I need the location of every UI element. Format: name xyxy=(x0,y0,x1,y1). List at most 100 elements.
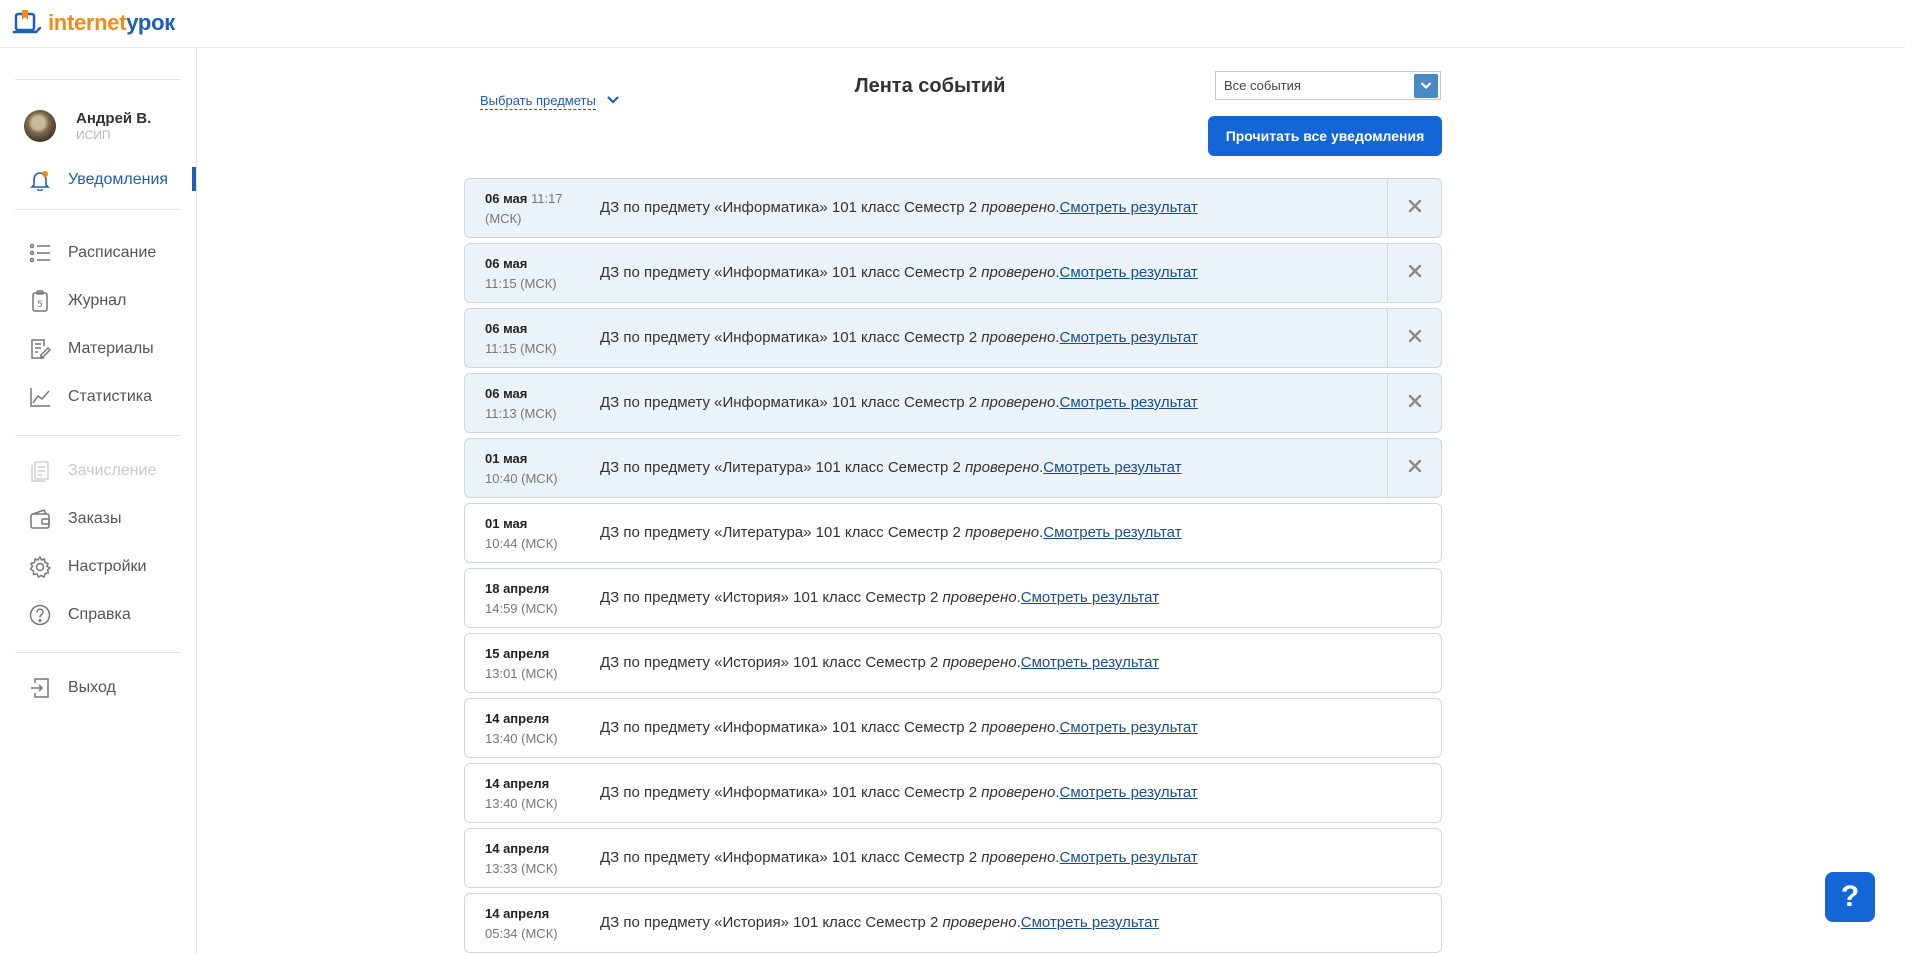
view-result-link[interactable]: Смотреть результат xyxy=(1043,459,1181,476)
notification-message: ДЗ по предмету «История» 101 класс Семес… xyxy=(600,589,1160,606)
notification-date: 06 мая xyxy=(485,321,528,336)
user-profile[interactable]: Андрей В. ИСИП xyxy=(24,110,151,142)
view-result-link[interactable]: Смотреть результат xyxy=(1060,719,1198,736)
notification-text: ДЗ по предмету «Информатика» 101 класс С… xyxy=(600,394,982,411)
notification-row: 15 апреля 13:01 (МСК) ДЗ по предмету «Исто… xyxy=(464,633,1442,693)
notification-date: 14 апреля xyxy=(485,776,550,791)
view-result-link[interactable]: Смотреть результат xyxy=(1060,394,1198,411)
notification-text: ДЗ по предмету «Литература» 101 класс Се… xyxy=(600,524,966,541)
sidebar-item-logout[interactable]: Выход xyxy=(28,675,116,701)
chevron-down-icon xyxy=(1414,73,1438,98)
notification-time: 05:34 (МСК) xyxy=(485,926,558,941)
notification-text: ДЗ по предмету «Информатика» 101 класс С… xyxy=(600,784,982,801)
logout-icon xyxy=(28,676,52,700)
notification-status: проверено xyxy=(942,589,1017,606)
notification-datetime: 14 апреля 13:33 (МСК) xyxy=(485,839,585,879)
chart-icon xyxy=(28,385,52,409)
sidebar-item-orders[interactable]: Заказы xyxy=(28,506,121,532)
sidebar-item-settings[interactable]: Настройки xyxy=(28,554,146,580)
sidebar-item-notifications[interactable]: Уведомления xyxy=(28,167,168,193)
view-result-link[interactable]: Смотреть результат xyxy=(1021,589,1159,606)
sidebar-item-label: Зачисление xyxy=(68,462,157,479)
notification-row: 14 апреля 13:40 (МСК) ДЗ по предмету «Инфо… xyxy=(464,698,1442,758)
notification-status: проверено xyxy=(981,849,1056,866)
chevron-down-icon xyxy=(606,92,620,110)
notification-time: 13:33 (МСК) xyxy=(485,861,558,876)
document-edit-icon xyxy=(28,337,52,361)
dismiss-button[interactable] xyxy=(1387,179,1441,237)
dismiss-button[interactable] xyxy=(1387,244,1441,302)
notification-text: ДЗ по предмету «Информатика» 101 класс С… xyxy=(600,264,982,281)
notification-time: 13:40 (МСК) xyxy=(485,796,558,811)
sidebar-item-label: Статистика xyxy=(68,388,153,405)
dismiss-button[interactable] xyxy=(1387,439,1441,497)
wallet-icon xyxy=(28,507,52,531)
gear-icon xyxy=(28,555,52,579)
close-icon xyxy=(1408,459,1422,478)
notification-datetime: 01 мая 10:44 (МСК) xyxy=(485,514,585,554)
notification-status: проверено xyxy=(981,394,1056,411)
notification-row: 18 апреля 14:59 (МСК) ДЗ по предмету «Исто… xyxy=(464,568,1442,628)
notification-date: 06 мая xyxy=(485,191,528,206)
dismiss-button[interactable] xyxy=(1387,309,1441,367)
sidebar-item-label: Настройки xyxy=(68,558,147,575)
notification-row: 06 мая 11:13 (МСК) ДЗ по предмету «Информа… xyxy=(464,373,1442,433)
help-button[interactable]: ? xyxy=(1825,872,1875,922)
view-result-link[interactable]: Смотреть результат xyxy=(1060,849,1198,866)
view-result-link[interactable]: Смотреть результат xyxy=(1060,329,1198,346)
close-icon xyxy=(1408,264,1422,283)
notification-date: 14 апреля xyxy=(485,841,550,856)
notification-status: проверено xyxy=(981,199,1056,216)
view-result-link[interactable]: Смотреть результат xyxy=(1043,524,1181,541)
notification-datetime: 14 апреля 05:34 (МСК) xyxy=(485,904,585,944)
sidebar: Андрей В. ИСИП Уведомления Расписание 5 … xyxy=(0,48,197,953)
notification-date: 01 мая xyxy=(485,516,528,531)
list-icon xyxy=(28,241,52,265)
notification-row: 14 апреля 13:33 (МСК) ДЗ по предмету «Инфо… xyxy=(464,828,1442,888)
read-all-notifications-button[interactable]: Прочитать все уведомления xyxy=(1208,116,1442,156)
notification-datetime: 15 апреля 13:01 (МСК) xyxy=(485,644,585,684)
notification-time: 10:40 (МСК) xyxy=(485,471,558,486)
event-type-select[interactable]: Все события xyxy=(1215,71,1441,100)
sidebar-item-label: Уведомления xyxy=(68,171,169,188)
notification-row: 06 мая 11:15 (МСК) ДЗ по предмету «Информа… xyxy=(464,243,1442,303)
notification-message: ДЗ по предмету «Информатика» 101 класс С… xyxy=(600,719,1198,736)
view-result-link[interactable]: Смотреть результат xyxy=(1021,654,1159,671)
dismiss-button[interactable] xyxy=(1387,374,1441,432)
notification-text: ДЗ по предмету «История» 101 класс Семес… xyxy=(600,914,943,931)
sidebar-divider xyxy=(15,435,181,436)
notification-message: ДЗ по предмету «Информатика» 101 класс С… xyxy=(600,264,1198,281)
sidebar-item-statistics[interactable]: Статистика xyxy=(28,384,152,410)
notification-date: 01 мая xyxy=(485,451,528,466)
notification-time: 13:01 (МСК) xyxy=(485,666,558,681)
view-result-link[interactable]: Смотреть результат xyxy=(1060,264,1198,281)
event-type-value: Все события xyxy=(1224,78,1301,93)
sidebar-item-enrollment: Зачисление xyxy=(28,458,156,484)
notification-datetime: 06 мая 11:17 (МСК) xyxy=(485,189,585,229)
enrollment-icon xyxy=(28,459,52,483)
notification-message: ДЗ по предмету «История» 101 класс Семес… xyxy=(600,914,1160,931)
notification-date: 15 апреля xyxy=(485,646,550,661)
notification-status: проверено xyxy=(965,459,1040,476)
notification-date: 14 апреля xyxy=(485,906,550,921)
notification-feed: 06 мая 11:17 (МСК) ДЗ по предмету «Информ… xyxy=(464,178,1442,953)
sidebar-item-schedule[interactable]: Расписание xyxy=(28,240,156,266)
journal-icon: 5 xyxy=(28,289,52,313)
page-title: Лента событий xyxy=(854,75,1006,97)
question-circle-icon xyxy=(28,603,52,627)
view-result-link[interactable]: Смотреть результат xyxy=(1060,784,1198,801)
view-result-link[interactable]: Смотреть результат xyxy=(1021,914,1159,931)
sidebar-item-label: Выход xyxy=(68,679,116,696)
sidebar-item-label: Справка xyxy=(68,606,131,623)
sidebar-item-help[interactable]: Справка xyxy=(28,602,131,628)
view-result-link[interactable]: Смотреть результат xyxy=(1060,199,1198,216)
notification-text: ДЗ по предмету «Информатика» 101 класс С… xyxy=(600,199,982,216)
logo-text-internet: internet xyxy=(48,10,127,35)
user-group: ИСИП xyxy=(76,128,111,142)
sidebar-item-materials[interactable]: Материалы xyxy=(28,336,154,362)
select-subjects-dropdown[interactable]: Выбрать предметы xyxy=(480,92,620,110)
sidebar-divider xyxy=(15,652,181,653)
notification-datetime: 06 мая 11:15 (МСК) xyxy=(485,319,585,359)
sidebar-item-journal[interactable]: 5 Журнал xyxy=(28,288,126,314)
logo[interactable]: internetурок xyxy=(12,8,175,38)
